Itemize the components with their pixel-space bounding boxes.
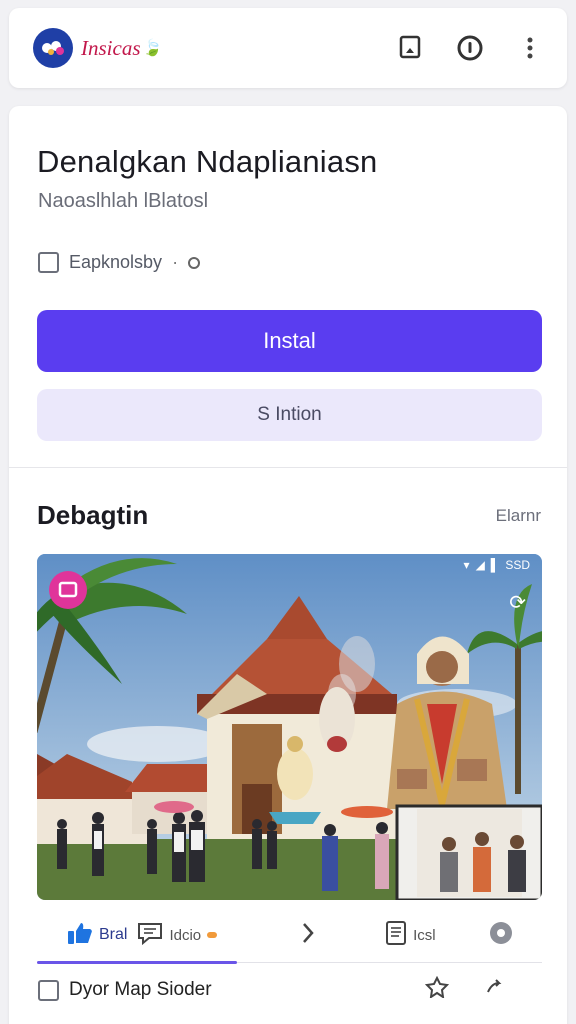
section-title: Debagtin <box>37 500 149 530</box>
bottom-row: Dyor Map Sioder <box>38 975 543 1004</box>
like-action[interactable]: Bral <box>67 921 127 950</box>
info-icon <box>188 256 201 269</box>
page-title: Denalgkan Ndaplianiasn <box>37 144 378 179</box>
share-icon[interactable] <box>485 978 503 1002</box>
active-tab-indicator <box>37 961 237 964</box>
meta-separator: · <box>172 252 179 272</box>
media-preview[interactable]: ▾ ◢ ▌ SSD ⟳ <box>37 554 542 900</box>
battery-icon: ▌ <box>490 558 500 572</box>
install-button[interactable]: Instal <box>37 310 542 372</box>
section-link[interactable]: Elarnr <box>496 506 541 526</box>
orange-dot-icon <box>207 932 218 938</box>
comment-icon <box>137 921 163 950</box>
page-subtitle: Naoaslhlah lBlatosl <box>38 190 209 212</box>
bottom-checkbox[interactable] <box>38 979 59 1001</box>
music-disc-icon <box>488 920 514 951</box>
logo-text: Insicas <box>81 35 141 60</box>
more-vert-icon[interactable] <box>515 33 545 63</box>
action-bar: Bral Idcio Icsl <box>37 912 542 964</box>
main-card: Denalgkan Ndaplianiasn Naoaslhlah lBlato… <box>9 106 567 1024</box>
signal-icon: ◢ <box>475 558 485 572</box>
wifi-icon: ▾ <box>463 558 470 572</box>
top-app-bar: Insicas 🍃 <box>9 8 567 88</box>
preview-image <box>37 554 542 900</box>
meta-row: Eapknolsby · <box>38 252 201 273</box>
logo-icon[interactable] <box>33 28 73 68</box>
clock-icon[interactable] <box>455 33 485 63</box>
chevron-right-icon <box>301 921 315 950</box>
meta-label: Eapknolsby <box>69 252 163 272</box>
refresh-icon[interactable]: ⟳ <box>509 590 526 615</box>
leaf-icon: 🍃 <box>142 40 163 57</box>
divider <box>9 467 567 468</box>
gallery-badge-icon[interactable] <box>49 571 87 609</box>
secondary-button[interactable]: S Intion <box>37 389 542 441</box>
next-action[interactable] <box>301 921 315 950</box>
tab-divider <box>237 962 542 963</box>
like-label: Bral <box>99 926 128 943</box>
document-action[interactable]: Icsl <box>385 920 436 951</box>
bookmark-icon[interactable] <box>395 33 425 63</box>
music-action[interactable] <box>488 920 514 951</box>
meta-checkbox[interactable] <box>38 252 59 273</box>
document-label: Icsl <box>413 926 436 944</box>
document-icon <box>385 920 407 951</box>
thumbs-up-icon <box>67 921 93 950</box>
comment-label: Idcio <box>169 926 202 944</box>
status-bar: ▾ ◢ ▌ SSD <box>464 558 530 572</box>
star-icon[interactable] <box>424 975 450 1004</box>
status-text: SSD <box>505 558 530 572</box>
bottom-label: Dyor Map Sioder <box>69 979 212 1000</box>
comment-action[interactable]: Idcio <box>137 921 218 950</box>
